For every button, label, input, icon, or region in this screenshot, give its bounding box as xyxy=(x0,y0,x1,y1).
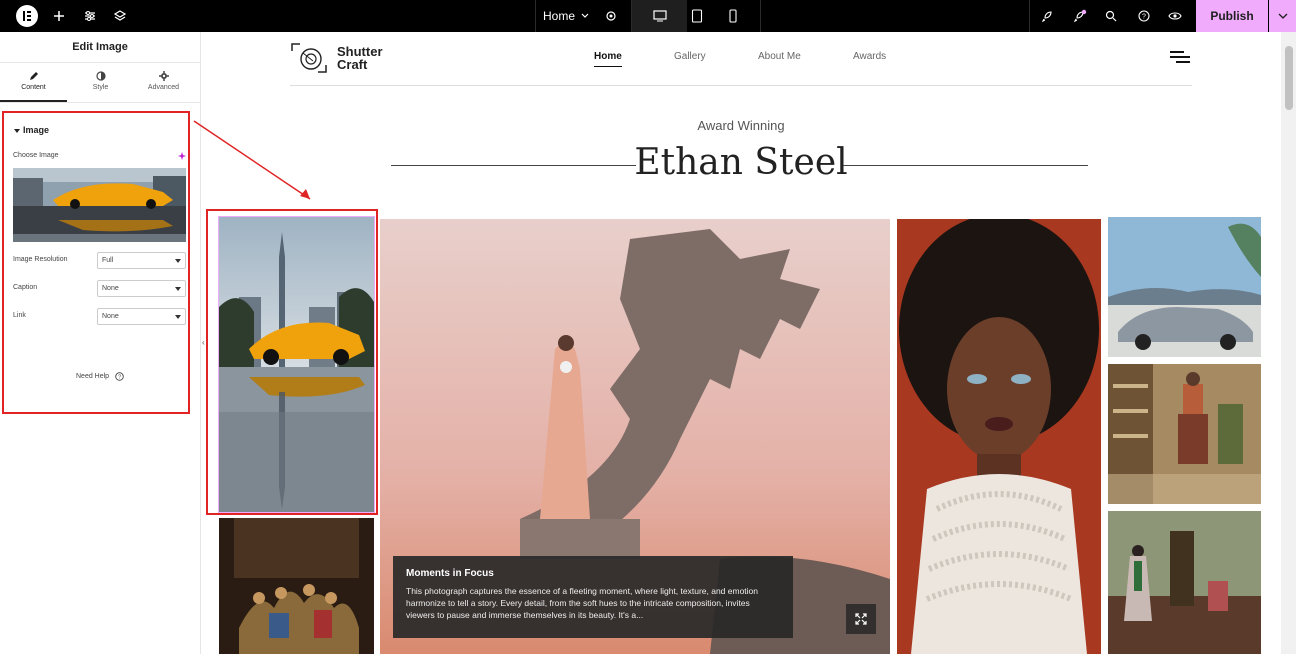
gallery-image-room[interactable] xyxy=(1108,511,1261,654)
tab-advanced[interactable]: Advanced xyxy=(130,64,197,102)
panel-collapse-icon[interactable]: ‹ xyxy=(202,338,205,347)
caption-title: Moments in Focus xyxy=(406,568,494,579)
ai-sparkle-icon[interactable] xyxy=(178,152,186,160)
tab-style-label: Style xyxy=(92,84,109,91)
chevron-down-icon xyxy=(581,13,589,18)
field-label-link: Link xyxy=(13,312,26,319)
hero-kicker: Award Winning xyxy=(697,118,785,133)
caret-down-icon xyxy=(175,315,181,319)
notifications-icon[interactable] xyxy=(1071,0,1089,32)
help-circle-icon: ? xyxy=(115,372,124,381)
annotation-arrow xyxy=(193,120,311,200)
highlight-box-selected-image xyxy=(206,209,378,515)
scrollbar-thumb[interactable] xyxy=(1285,46,1293,110)
page-settings-icon[interactable] xyxy=(602,0,620,32)
caption-value: None xyxy=(102,285,119,292)
field-label-caption: Caption xyxy=(13,284,38,291)
pencil-icon xyxy=(29,72,38,80)
tab-style[interactable]: Style xyxy=(67,64,134,102)
mobile-icon[interactable] xyxy=(724,0,742,32)
publish-options-button[interactable] xyxy=(1269,0,1296,32)
image-preview[interactable] xyxy=(13,168,186,242)
elementor-logo-icon[interactable] xyxy=(16,5,38,27)
caret-down-icon xyxy=(175,259,181,263)
hamburger-menu-icon[interactable] xyxy=(1170,51,1192,65)
canvas-scrollbar[interactable] xyxy=(1281,32,1296,654)
gallery-image-shop[interactable] xyxy=(1108,364,1261,504)
link-select[interactable]: None xyxy=(97,308,186,325)
link-value: None xyxy=(102,313,119,320)
caret-down-icon xyxy=(175,287,181,291)
nav-awards[interactable]: Awards xyxy=(853,51,886,62)
publish-button[interactable]: Publish xyxy=(1196,0,1268,32)
editor-topbar: Home ? Publish xyxy=(0,0,1296,32)
help-icon[interactable]: ? xyxy=(1135,0,1153,32)
page-selector-label: Home xyxy=(542,9,575,23)
gallery-image-painting[interactable] xyxy=(219,518,374,654)
chevron-down-icon xyxy=(1278,13,1287,19)
nav-home[interactable]: Home xyxy=(594,51,622,67)
choose-image-label: Choose Image xyxy=(13,152,59,159)
camera-logo-icon xyxy=(291,43,327,73)
nav-about-me[interactable]: About Me xyxy=(758,51,801,62)
image-resolution-value: Full xyxy=(102,257,114,264)
desktop-icon[interactable] xyxy=(632,0,687,32)
tab-content-label: Content xyxy=(21,84,46,91)
section-title: Image xyxy=(23,125,50,135)
edit-image-panel: Edit Image Content Style Advanced Image … xyxy=(0,32,201,654)
heading-line-right xyxy=(843,165,1088,166)
search-icon[interactable] xyxy=(1102,0,1120,32)
expand-icon[interactable] xyxy=(846,604,876,634)
gear-icon xyxy=(158,71,169,81)
need-help-link[interactable]: Need Help ? xyxy=(76,372,124,381)
logo-line-2: Craft xyxy=(337,57,368,72)
svg-text:?: ? xyxy=(118,375,121,381)
site-logo[interactable]: Shutter Craft xyxy=(291,43,383,73)
page-selector[interactable]: Home xyxy=(540,0,592,32)
field-label-resolution: Image Resolution xyxy=(13,256,68,263)
nav-gallery[interactable]: Gallery xyxy=(674,51,706,62)
svg-text:?: ? xyxy=(1142,14,1146,21)
add-icon[interactable] xyxy=(50,0,68,32)
tab-content[interactable]: Content xyxy=(0,64,67,102)
panel-title: Edit Image xyxy=(0,32,200,63)
settings-sliders-icon[interactable] xyxy=(81,0,99,32)
image-caption-overlay: Moments in Focus This photograph capture… xyxy=(393,556,793,638)
header-divider xyxy=(290,85,1192,86)
caption-select[interactable]: None xyxy=(97,280,186,297)
caret-down-icon xyxy=(14,128,20,133)
tablet-icon[interactable] xyxy=(688,0,706,32)
section-image-toggle[interactable]: Image xyxy=(14,125,49,135)
caption-text: This photograph captures the essence of … xyxy=(406,586,759,620)
layers-icon[interactable] xyxy=(111,0,129,32)
gallery-image-sedan[interactable] xyxy=(1108,217,1261,357)
rocket-icon[interactable] xyxy=(1038,0,1056,32)
need-help-label: Need Help xyxy=(76,373,110,380)
tab-advanced-label: Advanced xyxy=(147,84,180,91)
half-circle-icon xyxy=(95,71,106,81)
gallery-image-portrait[interactable] xyxy=(897,219,1101,654)
preview-eye-icon[interactable] xyxy=(1166,0,1184,32)
image-resolution-select[interactable]: Full xyxy=(97,252,186,269)
hero-heading: Ethan Steel xyxy=(634,142,848,183)
